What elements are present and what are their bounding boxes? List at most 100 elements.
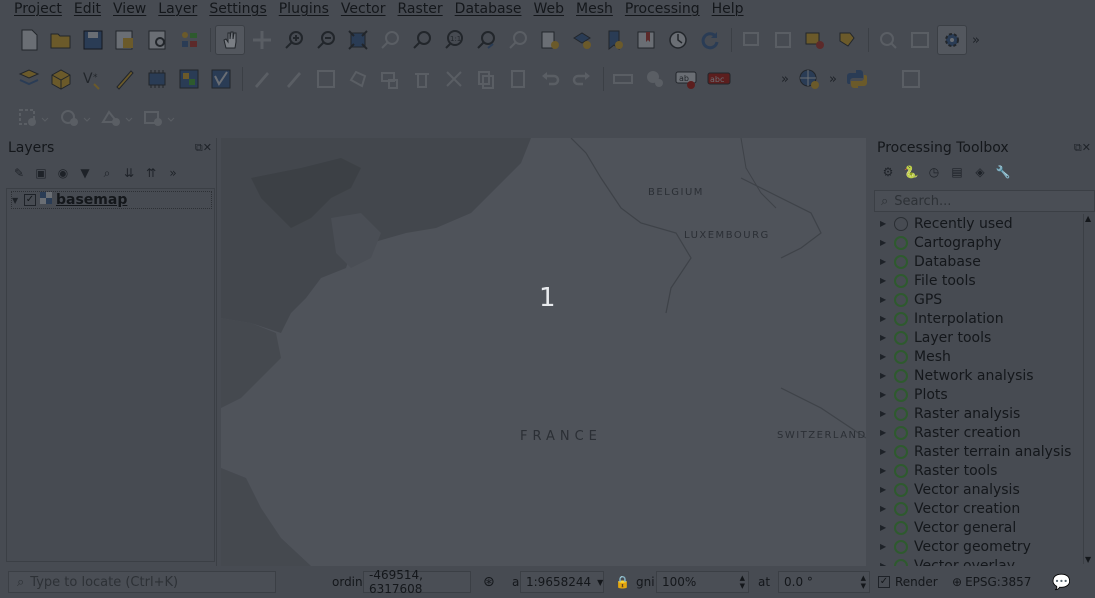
layer-item-basemap[interactable]: ▼ ✓ basemap	[11, 191, 212, 209]
toolbox-item-interpolation[interactable]: ▶ Interpolation	[874, 309, 1084, 328]
toolbox-item-raster-analysis[interactable]: ▶ Raster analysis	[874, 404, 1084, 423]
toolbox-item-gps[interactable]: ▶ GPS	[874, 290, 1084, 309]
scripts-icon[interactable]: 🐍	[902, 163, 920, 181]
expand-arrow-icon[interactable]: ▶	[880, 428, 888, 437]
toolbox-item-file-tools[interactable]: ▶ File tools	[874, 271, 1084, 290]
crs-button[interactable]: ⊕ EPSG:3857	[952, 571, 1031, 593]
toolbox-item-recently-used[interactable]: ▶ Recently used	[874, 214, 1084, 233]
lock-scale-icon[interactable]: 🔒	[615, 571, 630, 593]
pan-icon[interactable]	[215, 25, 245, 55]
add-feature-icon[interactable]	[343, 64, 373, 94]
expand-arrow-icon[interactable]: ▼	[12, 196, 20, 205]
expand-all-icon[interactable]: ⇊	[120, 164, 138, 182]
new-3d-view-icon[interactable]	[567, 25, 597, 55]
toolbox-scrollbar[interactable]: ▲ ▼	[1083, 214, 1093, 564]
magnifier-field[interactable]: 100% ▲ ▼	[656, 571, 749, 593]
toolbar-overflow-icon[interactable]: »	[969, 25, 983, 55]
menu-plugins[interactable]: Plugins	[273, 0, 335, 21]
models-icon[interactable]: ⚙	[879, 163, 897, 181]
expand-arrow-icon[interactable]: ▶	[880, 523, 888, 532]
select-icon[interactable]	[768, 25, 798, 55]
identify-icon[interactable]	[736, 25, 766, 55]
zoom-to-selection-icon[interactable]	[375, 25, 405, 55]
zoom-next-icon[interactable]	[503, 25, 533, 55]
expand-arrow-icon[interactable]: ▶	[880, 219, 888, 228]
toolbox-item-raster-terrain-analysis[interactable]: ▶ Raster terrain analysis	[874, 442, 1084, 461]
options-icon[interactable]: 🔧	[994, 163, 1012, 181]
menu-raster[interactable]: Raster	[392, 0, 449, 21]
style-manager-icon[interactable]	[174, 25, 204, 55]
toolbox-item-cartography[interactable]: ▶ Cartography	[874, 233, 1084, 252]
extent-toggle-icon[interactable]: ⊛	[483, 571, 495, 593]
toolbox-item-vector-geometry[interactable]: ▶ Vector geometry	[874, 537, 1084, 556]
coordinate-field[interactable]: -469514, 6317608	[363, 568, 471, 596]
menu-database[interactable]: Database	[449, 0, 528, 21]
toggle-editing-icon[interactable]	[279, 64, 309, 94]
rotation-field[interactable]: 0.0 ° ▲ ▼	[778, 571, 870, 593]
expand-arrow-icon[interactable]: ▶	[880, 333, 888, 342]
expand-arrow-icon[interactable]: ▶	[880, 257, 888, 266]
delete-ring-icon[interactable]	[140, 103, 180, 133]
menu-web[interactable]: Web	[527, 0, 570, 21]
toolbox-item-vector-creation[interactable]: ▶ Vector creation	[874, 499, 1084, 518]
new-geopackage-icon[interactable]	[46, 64, 76, 94]
results-viewer-icon[interactable]: ▤	[948, 163, 966, 181]
locator-search-input[interactable]: ⌕ Type to locate (Ctrl+K)	[8, 571, 276, 593]
toolbox-item-vector-analysis[interactable]: ▶ Vector analysis	[874, 480, 1084, 499]
filter-icon[interactable]: ▼	[76, 164, 94, 182]
toolbox-item-plots[interactable]: ▶ Plots	[874, 385, 1084, 404]
collapse-all-icon[interactable]: ⇈	[142, 164, 160, 182]
delete-icon[interactable]	[407, 64, 437, 94]
expand-arrow-icon[interactable]: ▶	[880, 371, 888, 380]
panel-float-close-icon[interactable]: ⧉✕	[195, 141, 212, 155]
menu-edit[interactable]: Edit	[68, 0, 107, 21]
edit-pencil-icon[interactable]	[247, 64, 277, 94]
toolbar-overflow-icon[interactable]: »	[778, 64, 792, 94]
expand-arrow-icon[interactable]: ▶	[880, 447, 888, 456]
filter-legend-icon[interactable]: ⌕	[98, 164, 116, 182]
panel-overflow-icon[interactable]: »	[164, 164, 182, 182]
expand-arrow-icon[interactable]: ▶	[880, 276, 888, 285]
toolbar-overflow-icon[interactable]: »	[826, 64, 840, 94]
history-icon[interactable]: ◷	[925, 163, 943, 181]
zoom-to-layer-icon[interactable]	[407, 25, 437, 55]
print-layout-icon[interactable]	[142, 25, 172, 55]
toolbox-item-database[interactable]: ▶ Database	[874, 252, 1084, 271]
layout-icon[interactable]	[896, 64, 926, 94]
label-abc-icon[interactable]: abc	[704, 64, 734, 94]
toolbox-item-raster-creation[interactable]: ▶ Raster creation	[874, 423, 1084, 442]
deselect-icon[interactable]	[800, 25, 830, 55]
save-edits-icon[interactable]	[311, 64, 341, 94]
add-group-icon[interactable]: ▣	[32, 164, 50, 182]
scroll-up-icon[interactable]: ▲	[1085, 214, 1091, 223]
gear-icon[interactable]	[937, 25, 967, 55]
menu-project[interactable]: Project	[8, 0, 68, 21]
zoom-in-icon[interactable]	[279, 25, 309, 55]
expand-arrow-icon[interactable]: ▶	[880, 542, 888, 551]
new-spatialite-icon[interactable]	[206, 64, 236, 94]
new-project-icon[interactable]	[14, 25, 44, 55]
new-memory-layer-icon[interactable]	[142, 64, 172, 94]
menu-processing[interactable]: Processing	[619, 0, 706, 21]
toolbox-item-mesh[interactable]: ▶ Mesh	[874, 347, 1084, 366]
toolbox-item-vector-general[interactable]: ▶ Vector general	[874, 518, 1084, 537]
redo-icon[interactable]	[567, 64, 597, 94]
spin-arrows-icon[interactable]: ▲ ▼	[740, 574, 745, 590]
toolbox-item-network-analysis[interactable]: ▶ Network analysis	[874, 366, 1084, 385]
measure-icon[interactable]	[873, 25, 903, 55]
scroll-down-icon[interactable]: ▼	[1085, 555, 1091, 564]
zoom-out-icon[interactable]	[311, 25, 341, 55]
add-part-icon[interactable]	[56, 103, 96, 133]
digitize-icon[interactable]	[110, 64, 140, 94]
save-as-icon[interactable]	[110, 25, 140, 55]
expand-arrow-icon[interactable]: ▶	[880, 314, 888, 323]
layer-visibility-checkbox[interactable]: ✓	[24, 194, 36, 206]
new-bookmark-icon[interactable]	[599, 25, 629, 55]
data-source-manager-icon[interactable]	[14, 64, 44, 94]
panel-float-close-icon[interactable]: ⧉✕	[1074, 141, 1091, 155]
expand-arrow-icon[interactable]: ▶	[880, 561, 888, 566]
expand-arrow-icon[interactable]: ▶	[880, 409, 888, 418]
manage-themes-icon[interactable]: ◉	[54, 164, 72, 182]
label-pin-icon[interactable]	[640, 64, 670, 94]
layer-tree[interactable]: ▼ ✓ basemap	[6, 188, 215, 562]
